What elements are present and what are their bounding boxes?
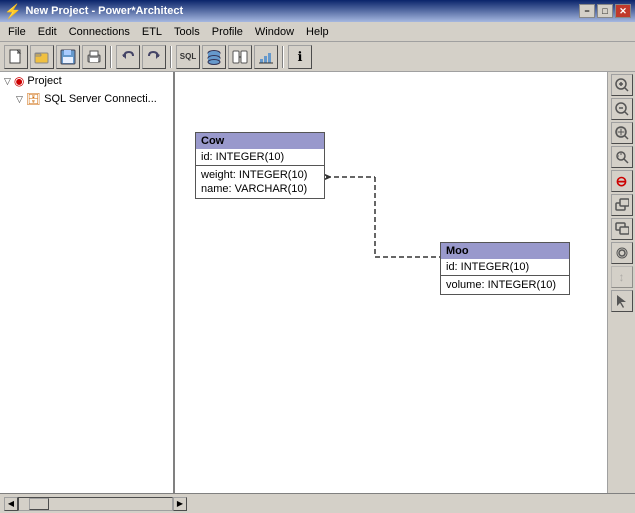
zoom-in-button[interactable]: [611, 74, 633, 96]
er-table-cow-pk: id: INTEGER(10): [196, 149, 324, 166]
maximize-button[interactable]: □: [597, 4, 613, 18]
db-icon: 🗄: [26, 92, 41, 106]
menu-help[interactable]: Help: [300, 24, 335, 40]
menu-tools[interactable]: Tools: [168, 24, 206, 40]
canvas-area[interactable]: Cow id: INTEGER(10) weight: INTEGER(10) …: [175, 72, 607, 493]
redo-button[interactable]: [142, 45, 166, 69]
zoom-fit-button[interactable]: [611, 122, 633, 144]
menu-connections[interactable]: Connections: [63, 24, 136, 40]
tree-panel: ▽ ◉ Project ▽ 🗄 SQL Server Connecti...: [0, 72, 175, 493]
open-button[interactable]: [30, 45, 54, 69]
er-table-cow[interactable]: Cow id: INTEGER(10) weight: INTEGER(10) …: [195, 132, 325, 199]
main-container: ▽ ◉ Project ▽ 🗄 SQL Server Connecti...: [0, 72, 635, 493]
db-button[interactable]: [202, 45, 226, 69]
cow-field-name: name: VARCHAR(10): [201, 182, 319, 196]
tree-item-project[interactable]: ▽ ◉ Project: [0, 72, 173, 90]
db-label: SQL Server Connecti...: [44, 93, 157, 105]
export-button[interactable]: [611, 194, 633, 216]
menu-etl[interactable]: ETL: [136, 24, 168, 40]
cow-field-weight: weight: INTEGER(10): [201, 168, 319, 182]
title-bar: ⚡ New Project - Power*Architect − □ ✕: [0, 0, 635, 22]
zoom-search-button[interactable]: [611, 146, 633, 168]
compare-button[interactable]: [228, 45, 252, 69]
expand-icon-project: ▽: [4, 76, 11, 87]
toolbar-sep-1: [110, 46, 112, 68]
scroll-track[interactable]: [18, 497, 173, 511]
minimize-button[interactable]: −: [579, 4, 595, 18]
menu-file[interactable]: File: [2, 24, 32, 40]
cursor-button[interactable]: [611, 290, 633, 312]
chart-button[interactable]: [254, 45, 278, 69]
er-table-moo-header: Moo: [441, 243, 569, 259]
er-table-moo-pk: id: INTEGER(10): [441, 259, 569, 276]
toolbar: SQL ℹ: [0, 42, 635, 72]
print-button[interactable]: [82, 45, 106, 69]
app-icon: ⚡: [4, 3, 21, 20]
toolbar-sep-3: [282, 46, 284, 68]
window-title: New Project - Power*Architect: [25, 5, 183, 17]
new-button[interactable]: [4, 45, 28, 69]
zoom-out-button[interactable]: [611, 98, 633, 120]
project-icon: ◉: [14, 74, 24, 88]
title-bar-left: ⚡ New Project - Power*Architect: [4, 3, 183, 20]
tree-item-db[interactable]: ▽ 🗄 SQL Server Connecti...: [0, 90, 173, 108]
close-button[interactable]: ✕: [615, 4, 631, 18]
menu-bar: File Edit Connections ETL Tools Profile …: [0, 22, 635, 42]
menu-edit[interactable]: Edit: [32, 24, 63, 40]
moo-field-volume: volume: INTEGER(10): [446, 278, 564, 292]
scroll-left-button[interactable]: ◀: [4, 497, 18, 511]
er-table-cow-fields: weight: INTEGER(10) name: VARCHAR(10): [196, 166, 324, 198]
arrow-up-button[interactable]: ↕: [611, 266, 633, 288]
er-table-cow-header: Cow: [196, 133, 324, 149]
menu-profile[interactable]: Profile: [206, 24, 249, 40]
save-button[interactable]: [56, 45, 80, 69]
project-label: Project: [27, 75, 61, 87]
expand-icon-db: ▽: [16, 94, 23, 105]
info-button[interactable]: ℹ: [288, 45, 312, 69]
right-toolbar: ⊖ ↕: [607, 72, 635, 493]
scroll-thumb[interactable]: [29, 498, 49, 510]
menu-window[interactable]: Window: [249, 24, 300, 40]
undo-button[interactable]: [116, 45, 140, 69]
import-button[interactable]: [611, 218, 633, 240]
scroll-right-button[interactable]: ▶: [173, 497, 187, 511]
er-table-moo-fields: volume: INTEGER(10): [441, 276, 569, 294]
status-bar: ◀ ▶: [0, 493, 635, 513]
window-controls: − □ ✕: [579, 4, 631, 18]
sql-button[interactable]: SQL: [176, 45, 200, 69]
settings-button[interactable]: [611, 242, 633, 264]
toolbar-sep-2: [170, 46, 172, 68]
er-table-moo[interactable]: Moo id: INTEGER(10) volume: INTEGER(10): [440, 242, 570, 295]
delete-button[interactable]: ⊖: [611, 170, 633, 192]
